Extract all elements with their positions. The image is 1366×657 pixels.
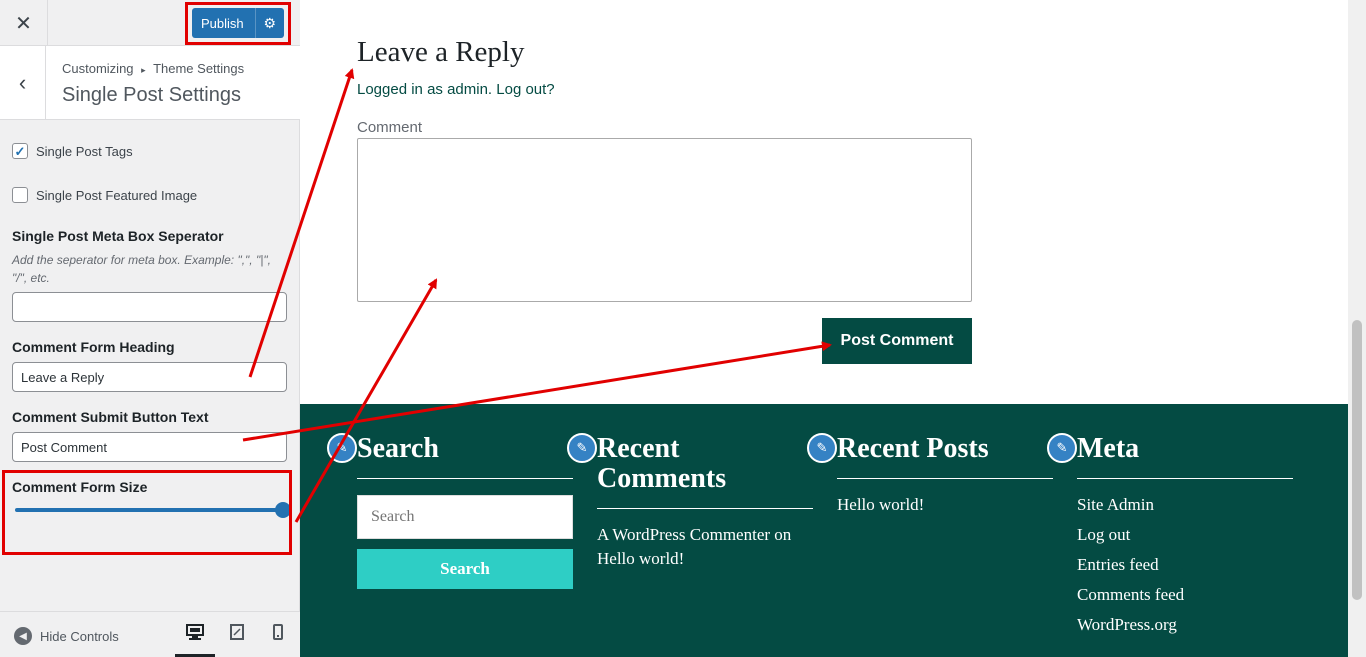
section-title: Single Post Settings [62, 84, 241, 106]
hide-controls-button[interactable]: ◀ Hide Controls [14, 627, 119, 645]
tablet-preview-icon[interactable] [222, 624, 252, 645]
single-post-tags-control[interactable]: ✓ Single Post Tags [12, 143, 133, 159]
meta-separator-description: Add the seperator for meta box. Example:… [12, 253, 271, 285]
preview-scrollbar[interactable] [1348, 0, 1366, 657]
search-widget: ✎ Search Search [327, 433, 573, 589]
breadcrumb-root: Customizing [62, 61, 134, 76]
search-widget-title: Search [357, 434, 573, 479]
site-footer: ✎ Search Search ✎ Recent Comments A Word… [300, 404, 1348, 657]
section-header: ‹ Customizing ▸ Theme Settings Single Po… [0, 46, 300, 120]
publish-highlight-box [185, 2, 291, 45]
meta-separator-input[interactable] [12, 292, 287, 322]
pencil-icon[interactable]: ✎ [567, 433, 597, 463]
single-post-featured-image-label: Single Post Featured Image [36, 187, 198, 203]
recent-post-item[interactable]: Hello world! [837, 493, 1053, 517]
close-icon: ✕ [15, 12, 32, 35]
close-customizer-button[interactable]: ✕ [0, 0, 48, 46]
meta-link-log-out[interactable]: Log out [1077, 523, 1293, 547]
meta-link-comments-feed[interactable]: Comments feed [1077, 583, 1293, 607]
comment-form-heading-title: Comment Form Heading [12, 339, 175, 355]
site-preview: Leave a Reply Logged in as admin. Log ou… [300, 0, 1348, 657]
breadcrumb-separator: ▸ [141, 65, 146, 75]
meta-link-site-admin[interactable]: Site Admin [1077, 493, 1293, 517]
hide-controls-label: Hide Controls [40, 628, 119, 644]
single-post-featured-image-control[interactable]: Single Post Featured Image [12, 187, 197, 203]
customizer-footer: ◀ Hide Controls [0, 611, 300, 657]
breadcrumb: Customizing ▸ Theme Settings [62, 61, 244, 76]
recent-comments-widget: ✎ Recent Comments A WordPress Commenter … [567, 433, 813, 571]
recent-comment-item[interactable]: A WordPress Commenter on Hello world! [597, 523, 813, 571]
comment-form-heading: Leave a Reply [357, 36, 525, 68]
desktop-preview-icon[interactable] [180, 624, 210, 645]
meta-link-wordpress-org[interactable]: WordPress.org [1077, 613, 1293, 637]
meta-title: Meta [1077, 434, 1293, 479]
meta-widget: ✎ Meta Site Admin Log out Entries feed C… [1047, 433, 1293, 637]
footer-search-button[interactable]: Search [357, 549, 573, 589]
single-post-tags-checkbox[interactable]: ✓ [12, 143, 28, 159]
collapse-arrow-icon: ◀ [14, 627, 32, 645]
comment-form-heading-input[interactable] [12, 362, 287, 392]
comment-label: Comment [357, 119, 423, 136]
single-post-tags-label: Single Post Tags [36, 143, 133, 159]
recent-posts-widget: ✎ Recent Posts Hello world! [807, 433, 1053, 517]
checkmark-icon: ✓ [14, 143, 26, 159]
meta-separator-title: Single Post Meta Box Seperator [12, 228, 224, 244]
comment-textarea[interactable] [357, 138, 972, 302]
recent-posts-title: Recent Posts [837, 434, 1053, 479]
customizer-sidebar: ✕ Publish ⚙ ‹ Customizing ▸ Theme Settin… [0, 0, 300, 657]
chevron-left-icon: ‹ [18, 69, 27, 95]
comment-submit-text-title: Comment Submit Button Text [12, 409, 209, 425]
pencil-icon[interactable]: ✎ [1047, 433, 1077, 463]
footer-search-input[interactable] [357, 495, 573, 539]
recent-comments-title: Recent Comments [597, 434, 813, 509]
comment-submit-text-input[interactable] [12, 432, 287, 462]
pencil-icon[interactable]: ✎ [327, 433, 357, 463]
scrollbar-thumb[interactable] [1352, 320, 1362, 600]
post-comment-button[interactable]: Post Comment [822, 318, 972, 364]
pencil-icon[interactable]: ✎ [807, 433, 837, 463]
single-post-featured-image-checkbox[interactable] [12, 187, 28, 203]
form-size-highlight-box [2, 470, 292, 555]
breadcrumb-parent: Theme Settings [153, 61, 245, 76]
mobile-preview-icon[interactable] [263, 624, 293, 645]
meta-link-entries-feed[interactable]: Entries feed [1077, 553, 1293, 577]
back-button[interactable]: ‹ [0, 46, 46, 119]
logged-in-link[interactable]: Logged in as admin. Log out? [357, 81, 555, 98]
